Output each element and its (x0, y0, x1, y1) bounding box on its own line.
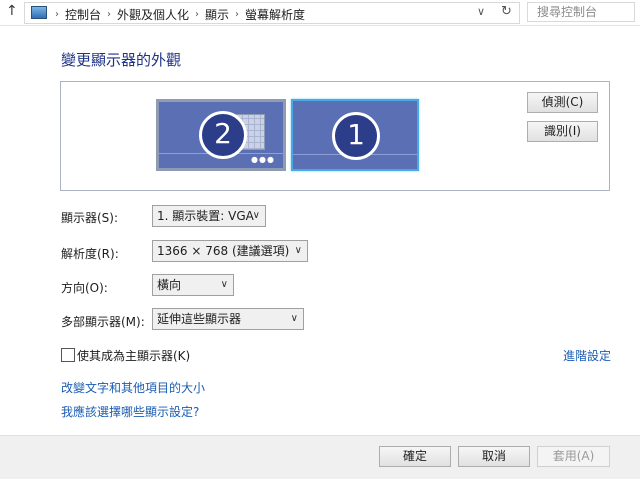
display-label: 顯示器(S): (61, 211, 119, 225)
control-panel-icon (31, 6, 47, 19)
up-arrow-icon[interactable]: ↑ (6, 3, 18, 19)
orientation-select-value: 橫向 (157, 278, 182, 292)
orientation-select[interactable]: 橫向 ∨ (152, 274, 234, 296)
which-settings-link[interactable]: 我應該選擇哪些顯示設定? (61, 403, 199, 420)
advanced-settings-link[interactable]: 進階設定 (563, 347, 611, 364)
multiple-displays-label: 多部顯示器(M): (61, 315, 145, 329)
breadcrumb-control-panel[interactable]: 控制台 (65, 6, 101, 23)
chevron-down-icon: ∨ (252, 210, 260, 221)
monitor-1[interactable]: 1 (291, 99, 419, 171)
resolution-select[interactable]: 1366 × 768 (建議選項) ∨ (152, 240, 308, 262)
chevron-down-icon: ∨ (290, 313, 298, 324)
page-title: 變更顯示器的外觀 (61, 51, 182, 69)
apply-button[interactable]: 套用(A) (537, 446, 610, 467)
breadcrumb: › 控制台 › 外觀及個人化 › 顯示 › 螢幕解析度 (55, 6, 305, 23)
chevron-right-icon[interactable]: › (55, 9, 59, 20)
monitor-1-number: 1 (332, 112, 380, 160)
resolution-label: 解析度(R): (61, 247, 119, 261)
address-bar: ↑ › 控制台 › 外觀及個人化 › 顯示 › 螢幕解析度 ∨ ↻ 搜尋控制台 (0, 0, 640, 26)
address-field[interactable]: › 控制台 › 外觀及個人化 › 顯示 › 螢幕解析度 ∨ ↻ (24, 2, 520, 24)
display-select-value: 1. 顯示裝置: VGA (157, 209, 254, 223)
monitor-preview: 2 ●●● 1 偵測(C) 識別(I) (60, 81, 610, 191)
primary-display-checkbox[interactable] (61, 348, 75, 362)
display-select[interactable]: 1. 顯示裝置: VGA ∨ (152, 205, 266, 227)
ok-button[interactable]: 確定 (379, 446, 451, 467)
monitor-2[interactable]: 2 ●●● (156, 99, 286, 171)
chevron-right-icon[interactable]: › (107, 9, 111, 20)
multiple-displays-select-value: 延伸這些顯示器 (157, 312, 242, 326)
chevron-down-icon: ∨ (294, 245, 302, 256)
identify-button[interactable]: 識別(I) (527, 121, 598, 142)
breadcrumb-screen-resolution[interactable]: 螢幕解析度 (245, 6, 305, 23)
resolution-select-value: 1366 × 768 (建議選項) (157, 244, 290, 258)
footer: 確定 取消 套用(A) (0, 436, 640, 479)
cancel-button[interactable]: 取消 (458, 446, 530, 467)
multiple-displays-select[interactable]: 延伸這些顯示器 ∨ (152, 308, 304, 330)
chevron-right-icon[interactable]: › (195, 9, 199, 20)
search-input[interactable]: 搜尋控制台 (527, 2, 635, 22)
detect-button[interactable]: 偵測(C) (527, 92, 598, 113)
text-size-link[interactable]: 改變文字和其他項目的大小 (61, 379, 205, 396)
chevron-right-icon[interactable]: › (235, 9, 239, 20)
breadcrumb-appearance[interactable]: 外觀及個人化 (117, 6, 189, 23)
dots-icon: ●●● (251, 155, 275, 164)
refresh-icon[interactable]: ↻ (501, 4, 512, 19)
primary-display-label[interactable]: 使其成為主顯示器(K) (77, 347, 190, 364)
orientation-label: 方向(O): (61, 281, 108, 295)
monitor-2-number: 2 (199, 111, 247, 159)
chevron-down-icon[interactable]: ∨ (477, 5, 485, 18)
breadcrumb-display[interactable]: 顯示 (205, 6, 229, 23)
chevron-down-icon: ∨ (220, 279, 228, 290)
